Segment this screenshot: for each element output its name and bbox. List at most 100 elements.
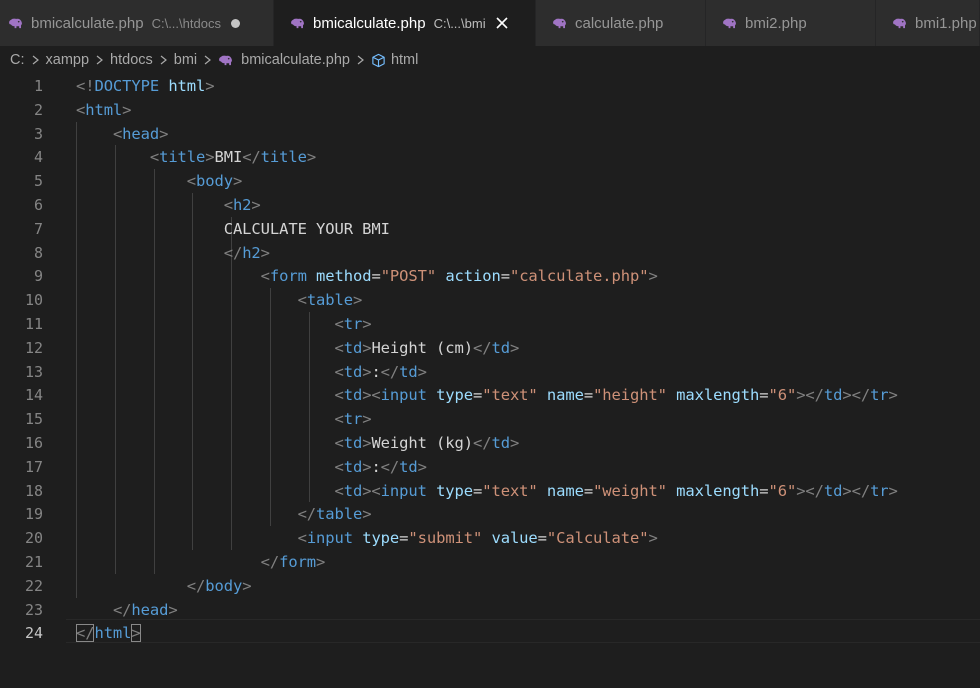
code-token: title: [159, 148, 206, 167]
code-line[interactable]: <title>BMI</title>: [76, 145, 316, 169]
code-line[interactable]: <form method="POST" action="calculate.ph…: [76, 264, 658, 288]
php-elephant-icon: [9, 18, 22, 28]
line-number: 10: [24, 291, 43, 310]
chevron-right-icon: [96, 55, 103, 65]
code-token: <: [334, 338, 344, 357]
code-token: >: [242, 576, 252, 595]
code-line[interactable]: <html>: [76, 98, 132, 122]
code-line[interactable]: CALCULATE YOUR BMI: [76, 217, 390, 241]
breadcrumb-item-xampp[interactable]: xampp: [46, 52, 90, 68]
code-line[interactable]: <td>Weight (kg)</td>: [76, 431, 520, 455]
breadcrumb-label: xampp: [45, 52, 90, 68]
breadcrumb-label: html: [390, 52, 419, 68]
tab-bmi2-php[interactable]: bmi2.php: [706, 0, 876, 46]
tab-description: C:\...\htdocs: [151, 15, 221, 31]
code-token: html: [85, 100, 123, 119]
code-token: <: [334, 410, 344, 429]
code-line[interactable]: </body>: [76, 574, 252, 598]
code-line[interactable]: </html>: [76, 621, 141, 645]
code-line[interactable]: </head>: [76, 598, 178, 622]
code-token: :: [371, 457, 381, 476]
tab-bmicalculate-php[interactable]: bmicalculate.php C:\...\bmi: [274, 0, 536, 46]
code-line[interactable]: <tr>: [76, 312, 372, 336]
line-number: 3: [33, 124, 43, 143]
code-token: >: [362, 505, 372, 524]
code-editor[interactable]: 1 <!DOCTYPE html> 2 <html> 3 <head> 4 <title>…: [0, 74, 980, 688]
code-token: =: [371, 267, 381, 286]
code-line[interactable]: <tr>: [76, 407, 372, 431]
code-token: <: [112, 124, 123, 143]
line-number: 18: [24, 481, 43, 500]
code-token: "Calculate": [546, 529, 649, 548]
code-token: ></: [796, 386, 824, 405]
code-line[interactable]: </table>: [76, 502, 372, 526]
code-token: >: [260, 243, 270, 262]
dirty-dot-icon[interactable]: [230, 18, 240, 28]
code-line[interactable]: <td>:</td>: [76, 455, 427, 479]
tab-bmicalculate-php-htdocs[interactable]: bmicalculate.php C:\...\htdocs: [0, 0, 274, 46]
tab-bmi1-php[interactable]: bmi1.php: [876, 0, 980, 46]
breadcrumb-item-bmi[interactable]: bmi: [174, 52, 197, 68]
chevron-right-icon: [204, 55, 212, 65]
code-token: Weight (kg): [371, 434, 473, 452]
code-token: >: [306, 148, 317, 167]
line-number: 2: [33, 100, 43, 119]
code-line[interactable]: <input type="submit" value="Calculate">: [76, 526, 658, 550]
code-token: >: [648, 529, 658, 548]
breadcrumb-item-c-[interactable]: C:: [10, 52, 25, 68]
code-line[interactable]: <td>Height (cm)</td>: [76, 336, 520, 360]
code-line[interactable]: </form>: [76, 550, 326, 574]
breadcrumb-item-html[interactable]: html: [371, 52, 418, 68]
code-token: <: [334, 386, 344, 405]
code-token: <: [334, 315, 344, 333]
breadcrumb: C: xampp htdocs bmi bmicalculate.php html: [0, 46, 980, 74]
code-token: :: [371, 362, 381, 381]
code-token: >: [888, 481, 898, 500]
code-token: tr: [343, 315, 363, 333]
code-line[interactable]: <head>: [76, 122, 169, 146]
code-token: </: [242, 148, 261, 167]
breadcrumb-label: htdocs: [110, 52, 153, 68]
code-token: <: [297, 529, 307, 548]
code-line[interactable]: <td><input type="text" name="weight" max…: [76, 479, 898, 503]
tab-description: C:\...\bmi: [433, 15, 486, 31]
code-token: BMI: [214, 148, 243, 167]
code-line[interactable]: <body>: [76, 169, 243, 193]
tab-label: bmi2.php: [745, 14, 807, 32]
code-token: ><: [362, 386, 381, 405]
code-token: ><: [362, 481, 381, 500]
code-token: form: [279, 553, 317, 571]
code-token: h2: [242, 243, 261, 262]
code-line[interactable]: <h2>: [76, 193, 261, 217]
code-token: </: [223, 243, 243, 262]
breadcrumb-item-htdocs[interactable]: htdocs: [110, 52, 153, 68]
line-number: 20: [24, 529, 43, 548]
line-number: 17: [24, 457, 43, 476]
line-number: 21: [24, 553, 43, 571]
line-number: 23: [24, 600, 43, 619]
code-token: =: [500, 267, 510, 286]
code-line[interactable]: <!DOCTYPE html>: [76, 74, 215, 98]
code-token: >: [888, 386, 898, 405]
code-line[interactable]: </h2>: [76, 241, 270, 265]
tab-calculate-php[interactable]: calculate.php: [536, 0, 706, 46]
code-token: name: [546, 386, 584, 405]
close-icon[interactable]: [495, 16, 509, 30]
code-line[interactable]: <td>:</td>: [76, 360, 427, 384]
code-line[interactable]: <table>: [76, 288, 363, 312]
code-token: "POST": [380, 267, 437, 286]
code-token: "submit": [408, 529, 483, 548]
breadcrumb-item-bmicalculate-php[interactable]: bmicalculate.php: [218, 52, 350, 68]
code-token: >: [362, 315, 372, 333]
code-line[interactable]: <td><input type="text" name="height" max…: [76, 383, 898, 407]
line-number: 14: [24, 386, 43, 405]
